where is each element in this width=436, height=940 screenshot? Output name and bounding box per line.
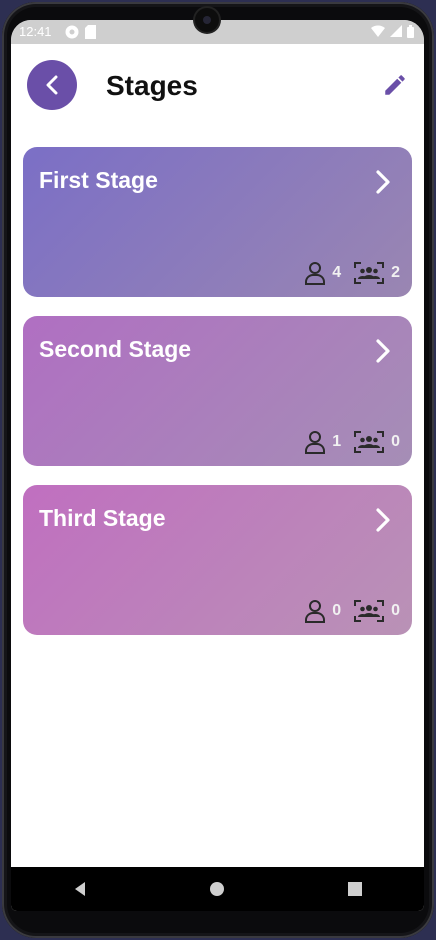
person-icon: [304, 430, 326, 454]
group-icon: [353, 261, 385, 285]
stage-name: Second Stage: [39, 336, 192, 362]
back-button[interactable]: [27, 60, 77, 110]
person-icon: [304, 599, 326, 623]
stage-stats: 0 0: [304, 599, 400, 623]
students-count: 0: [332, 602, 342, 619]
sd-card-icon: [85, 25, 96, 42]
chevron-right-icon: [376, 170, 390, 194]
front-camera: [195, 8, 219, 32]
students-count: 1: [332, 433, 342, 450]
back-triangle-icon: [74, 882, 85, 896]
status-time: 12:41: [19, 24, 52, 39]
nav-back-button[interactable]: [65, 874, 95, 904]
nav-home-button[interactable]: [202, 874, 232, 904]
home-circle-icon: [210, 882, 225, 896]
stage-card-third[interactable]: Third Stage 0 0: [23, 485, 412, 635]
chevron-right-icon: [376, 339, 390, 363]
battery-icon: [407, 25, 414, 41]
pencil-icon: [385, 75, 405, 95]
media-icon: [65, 25, 79, 42]
system-nav-bar: [11, 867, 424, 911]
groups-count: 0: [391, 433, 400, 450]
students-count: 4: [332, 264, 342, 281]
stage-stats: 1 0: [304, 430, 400, 454]
edit-button[interactable]: [380, 70, 410, 100]
app-bar: Stages: [11, 50, 424, 120]
chevron-left-icon: [46, 75, 58, 95]
person-icon: [304, 261, 326, 285]
signal-icon: [390, 25, 402, 41]
group-icon: [353, 599, 385, 623]
app-screen: 12:41 Stages First Stage 4 2 Second Stag…: [11, 20, 424, 911]
stage-card-second[interactable]: Second Stage 1 0: [23, 316, 412, 466]
stage-card-first[interactable]: First Stage 4 2: [23, 147, 412, 297]
groups-count: 0: [391, 602, 400, 619]
wifi-icon: [371, 25, 385, 41]
nav-recents-button[interactable]: [340, 874, 370, 904]
chevron-right-icon: [376, 508, 390, 532]
page-title: Stages: [106, 70, 198, 101]
stage-name: First Stage: [39, 167, 158, 193]
stage-stats: 4 2: [304, 261, 400, 285]
groups-count: 2: [391, 264, 400, 281]
stage-name: Third Stage: [39, 505, 166, 531]
recents-square-icon: [348, 882, 363, 896]
group-icon: [353, 430, 385, 454]
